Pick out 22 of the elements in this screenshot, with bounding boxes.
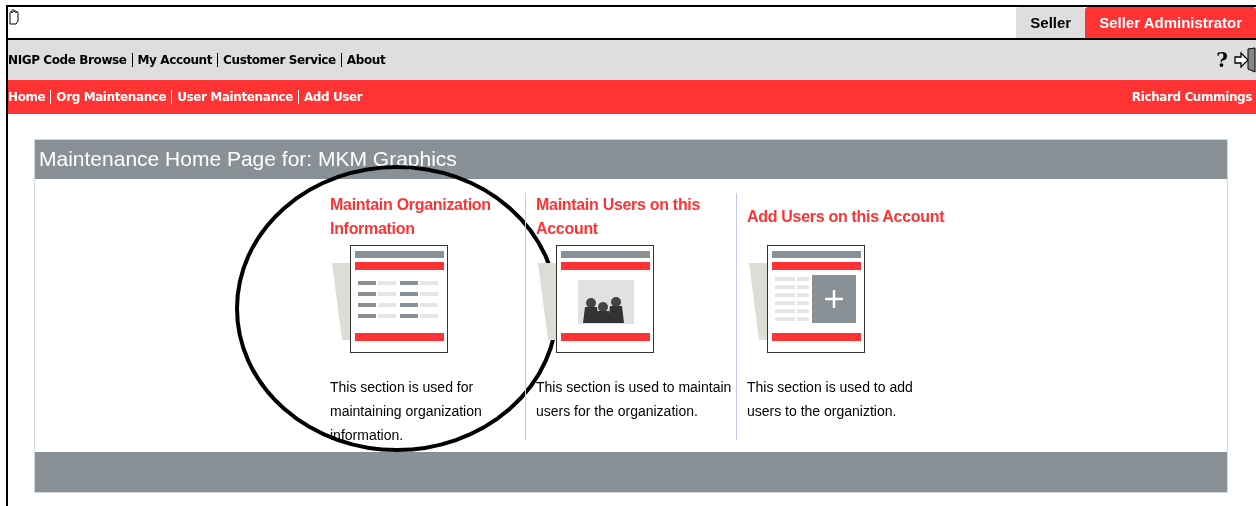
form-page-icon[interactable] <box>330 245 450 355</box>
section-link[interactable]: Add Users on this Account <box>747 205 945 229</box>
nav-link[interactable]: Org Maintenance <box>50 90 172 104</box>
nav-link[interactable]: NIGP Code Browse <box>8 53 132 67</box>
nav-link[interactable]: User Maintenance <box>171 90 298 104</box>
section-description: This section is used to add users to the organiztion. <box>747 378 914 421</box>
section-link[interactable]: Maintain Organization Information <box>330 193 525 241</box>
nav-link[interactable]: Add User <box>298 90 368 104</box>
page-with-people-icon[interactable] <box>536 245 656 355</box>
role-tab[interactable]: Seller <box>1016 7 1086 38</box>
nav-link[interactable]: Customer Service <box>217 53 341 67</box>
nav-link[interactable]: My Account <box>131 53 218 67</box>
role-tab[interactable]: Seller Administrator <box>1085 7 1256 38</box>
nav-link[interactable]: Home <box>8 90 51 104</box>
section-link[interactable]: Maintain Users on this Account <box>536 193 736 241</box>
help-icon[interactable]: ? <box>1216 48 1228 72</box>
section-description: This section is used to maintain users for the organization. <box>536 378 733 421</box>
nav-link[interactable]: About <box>340 53 391 67</box>
logout-icon[interactable] <box>1234 47 1256 73</box>
user-name: Richard Cummings <box>1131 90 1252 104</box>
panel-title: Maintenance Home Page for: MKM Graphics <box>35 140 1227 179</box>
page-with-plus-icon[interactable] <box>747 245 867 355</box>
